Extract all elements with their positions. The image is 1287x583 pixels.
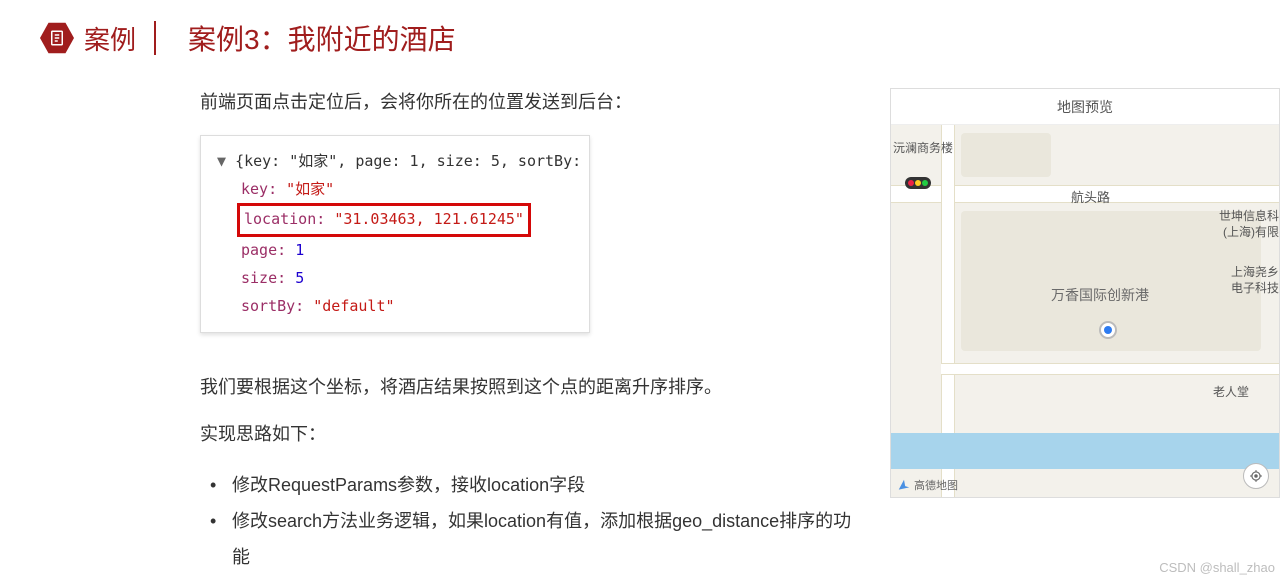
map-label-road: 航头路 [1071,187,1110,206]
bullet-item: 修改search方法业务逻辑，如果location有值，添加根据geo_dist… [206,503,860,575]
content-area: 前端页面点击定位后，会将你所在的位置发送到后台： ▼ {key: "如家", p… [0,58,1287,575]
code-line-sortby: sortBy: "default" [217,293,573,321]
map-canvas[interactable]: 沅澜商务楼 航头路 世坤信息科 (上海)有限 上海尧乡 电子科技 万香国际创新港… [891,125,1279,497]
right-column: 地图预览 沅澜商务楼 航头路 世坤信息科 (上海)有限 上海尧乡 电子科技 万香… [890,88,1280,575]
approach-heading: 实现思路如下： [200,420,860,449]
code-panel: ▼ {key: "如家", page: 1, size: 5, sortBy: … [200,135,590,334]
map-river [891,433,1279,469]
watermark: CSDN @shall_zhao [1159,560,1275,575]
explanation-text: 我们要根据这个坐标，将酒店结果按照到这个点的距离升序排序。 [200,373,860,402]
code-line-object: ▼ {key: "如家", page: 1, size: 5, sortBy: [217,148,573,176]
map-label: 上海尧乡 [1231,263,1279,280]
highlighted-location-line: location: "31.03463, 121.61245" [237,203,531,237]
left-column: 前端页面点击定位后，会将你所在的位置发送到后台： ▼ {key: "如家", p… [200,88,860,575]
current-location-icon[interactable] [1099,321,1117,339]
map-label: 老人堂 [1213,383,1249,400]
locate-button[interactable] [1243,463,1269,489]
map-road [941,363,1279,375]
map-label: 沅澜商务楼 [893,139,953,156]
map-block [961,133,1051,177]
map-label: 世坤信息科 [1219,207,1279,224]
slide-header: 案例 案例3：我附近的酒店 [0,0,1287,58]
map-title: 地图预览 [891,89,1279,125]
map-preview-panel: 地图预览 沅澜商务楼 航头路 世坤信息科 (上海)有限 上海尧乡 电子科技 万香… [890,88,1280,498]
map-label-center: 万香国际创新港 [1051,285,1149,305]
bullet-item: 修改RequestParams参数，接收location字段 [206,467,860,503]
header-divider [154,21,156,55]
code-line-key: key: "如家" [217,176,573,204]
intro-text: 前端页面点击定位后，会将你所在的位置发送到后台： [200,88,860,117]
bullet-list: 修改RequestParams参数，接收location字段 修改search方… [200,467,860,575]
code-line-page: page: 1 [217,237,573,265]
map-label: (上海)有限 [1223,223,1279,240]
traffic-light-icon [905,177,931,189]
case-badge: 案例 [40,20,136,57]
amap-logo-text: 高德地图 [914,477,958,493]
document-icon [40,21,74,55]
badge-label: 案例 [84,20,136,57]
amap-logo: 高德地图 [897,477,958,493]
code-line-size: size: 5 [217,265,573,293]
slide-title: 案例3：我附近的酒店 [188,18,456,58]
map-label: 电子科技 [1231,279,1279,296]
